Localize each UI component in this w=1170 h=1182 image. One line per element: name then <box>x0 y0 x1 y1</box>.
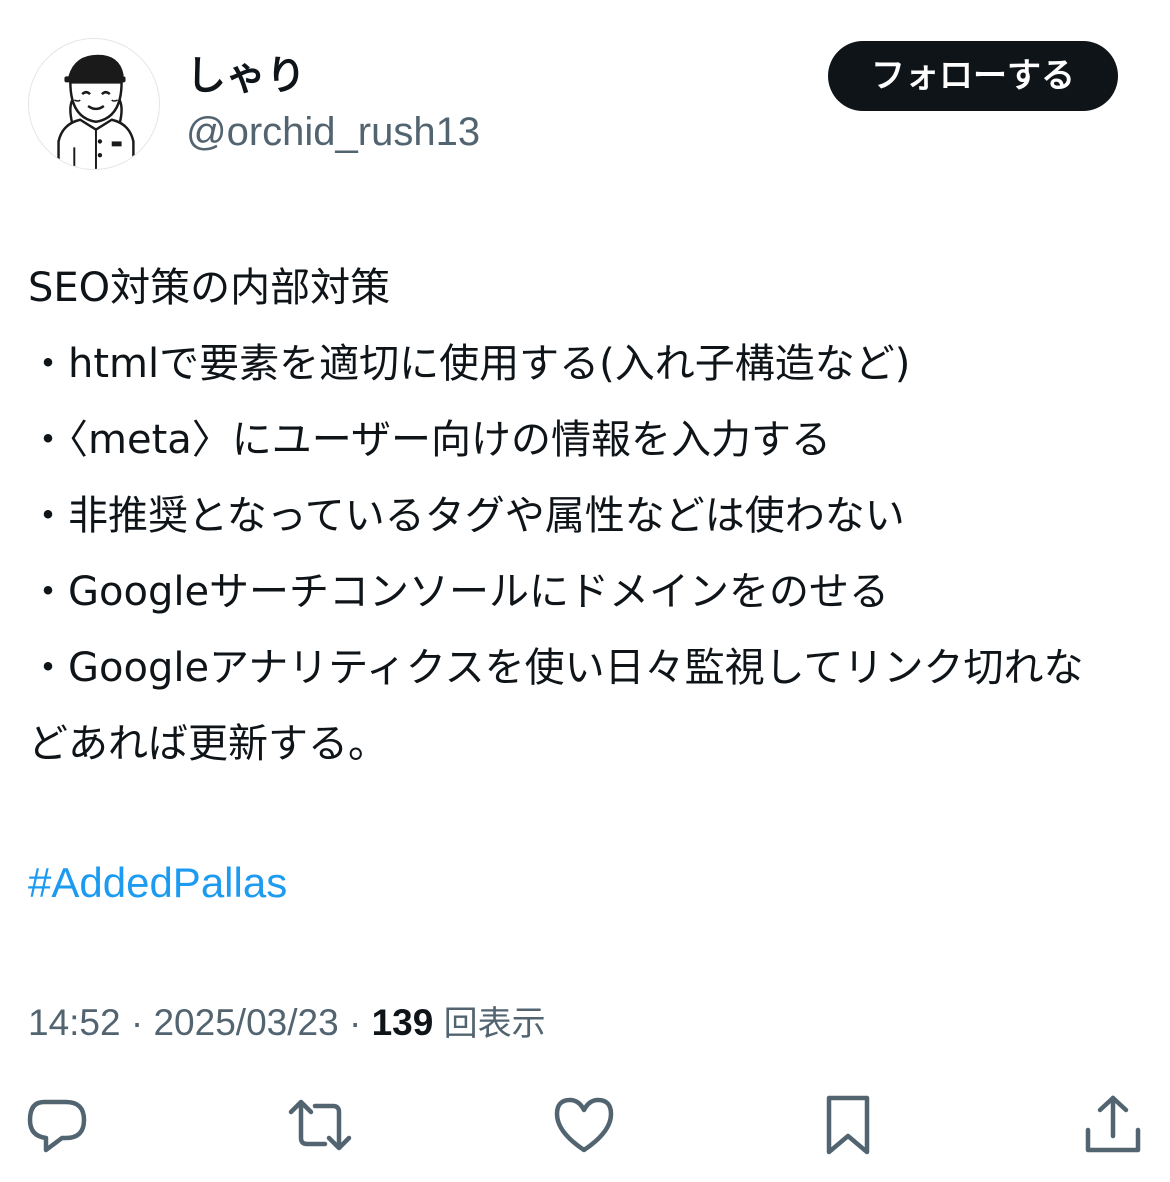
heart-icon <box>554 1097 614 1153</box>
views-label: 回表示 <box>443 1004 546 1044</box>
follow-button[interactable]: フォローする <box>828 41 1118 111</box>
reply-button[interactable] <box>22 1090 92 1160</box>
tweet-time[interactable]: 14:52 <box>28 1002 121 1043</box>
retweet-icon <box>288 1099 352 1151</box>
share-button[interactable] <box>1078 1090 1148 1160</box>
tweet-line: ・Googleアナリティクスを使い日々監視してリンク切れなどあれば更新する。 <box>28 645 1084 767</box>
avatar-illustration <box>57 54 135 169</box>
like-button[interactable] <box>549 1090 619 1160</box>
meta-separator: · <box>120 1002 154 1043</box>
meta-separator: · <box>338 1002 372 1043</box>
action-bar <box>0 1090 1170 1160</box>
avatar[interactable] <box>28 38 160 170</box>
tweet-line: ・htmlで要素を適切に使用する(入れ子構造など) <box>28 341 911 387</box>
bookmark-icon <box>826 1095 870 1155</box>
tweet-text: SEO対策の内部対策 ・htmlで要素を適切に使用する(入れ子構造など) ・〈m… <box>28 250 1118 782</box>
tweet-line: ・〈meta〉にユーザー向けの情報を入力する <box>28 417 831 463</box>
tweet-line: ・非推奨となっているタグや属性などは使わない <box>28 493 905 539</box>
views-count: 139 <box>371 1002 434 1043</box>
tweet-line: SEO対策の内部対策 <box>28 265 391 311</box>
hashtag-link[interactable]: #AddedPallas <box>28 855 287 911</box>
share-icon <box>1085 1095 1141 1153</box>
retweet-button[interactable] <box>285 1090 355 1160</box>
user-handle[interactable]: @orchid_rush13 <box>186 106 480 158</box>
tweet-date[interactable]: 2025/03/23 <box>153 1002 338 1043</box>
display-name[interactable]: しゃり <box>186 50 306 102</box>
reply-icon <box>27 1099 87 1153</box>
bookmark-button[interactable] <box>813 1090 883 1160</box>
tweet-line: ・Googleサーチコンソールにドメインをのせる <box>28 569 890 615</box>
tweet-meta: 14:52 · 2025/03/23 · 139 回表示 <box>28 998 546 1049</box>
